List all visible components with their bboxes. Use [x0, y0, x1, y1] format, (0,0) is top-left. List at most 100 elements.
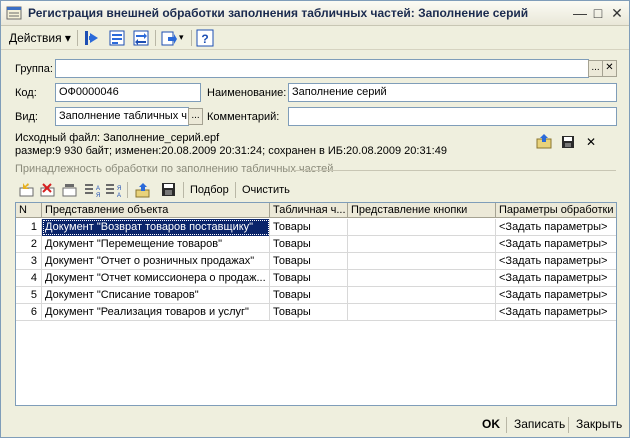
object-cell[interactable]: Документ "Реализация товаров и услуг": [42, 304, 270, 321]
svg-text:A: A: [96, 186, 100, 192]
table-part-cell[interactable]: Товары: [270, 304, 348, 321]
group-field[interactable]: [55, 59, 589, 78]
actions-menu[interactable]: Действия ▾: [9, 31, 71, 45]
chevron-down-icon[interactable]: ▾: [179, 32, 184, 43]
toolbar-divider: [191, 30, 192, 46]
delete-file-icon[interactable]: ✕: [586, 135, 596, 149]
params-cell[interactable]: <Задать параметры>: [496, 236, 616, 253]
column-header-object[interactable]: Представление объекта: [42, 203, 270, 218]
delete-row-icon[interactable]: [40, 182, 56, 198]
kind-select-button[interactable]: ...: [188, 108, 203, 125]
table-row[interactable]: 3 Документ "Отчет о розничных продажах" …: [16, 253, 616, 270]
code-label: Код:: [15, 87, 37, 99]
save-file-icon[interactable]: [561, 135, 575, 149]
object-cell[interactable]: Документ "Перемещение товаров": [42, 236, 270, 253]
row-number: 6: [16, 304, 42, 321]
save-button[interactable]: Записать: [514, 417, 565, 431]
help-icon[interactable]: ?: [196, 29, 214, 47]
column-header-table-part[interactable]: Табличная ч...: [270, 203, 348, 218]
kind-label: Вид:: [15, 111, 38, 123]
table-part-cell[interactable]: Товары: [270, 219, 348, 236]
name-label: Наименование:: [207, 87, 287, 99]
table-part-cell[interactable]: Товары: [270, 236, 348, 253]
sort-desc-icon[interactable]: Я A: [105, 182, 121, 198]
close-button[interactable]: Закрыть: [576, 417, 622, 431]
arrow-left-icon[interactable]: [83, 29, 101, 47]
button-cell[interactable]: [348, 253, 496, 270]
table-row[interactable]: 2 Документ "Перемещение товаров" Товары …: [16, 236, 616, 253]
footer-bar: OK Записать Закрыть: [1, 411, 629, 437]
load-icon[interactable]: [135, 182, 151, 198]
actions-label: Действия: [9, 31, 62, 45]
load-file-icon[interactable]: [536, 133, 554, 149]
footer-divider: [568, 417, 569, 433]
edit-row-icon[interactable]: [62, 182, 78, 198]
column-header-n[interactable]: N: [16, 203, 42, 218]
close-icon[interactable]: ✕: [608, 5, 626, 21]
toolbar-divider: [77, 30, 78, 46]
object-cell[interactable]: Документ "Списание товаров": [42, 287, 270, 304]
select-button[interactable]: Подбор: [190, 184, 229, 196]
transfer-icon[interactable]: [160, 29, 178, 47]
table-row[interactable]: 5 Документ "Списание товаров" Товары <За…: [16, 287, 616, 304]
maximize-icon[interactable]: □: [589, 5, 607, 21]
chevron-down-icon: ▾: [64, 31, 71, 45]
form-icon[interactable]: [108, 29, 126, 47]
table-toolbar: A Я Я A Подбор Очистить: [15, 179, 617, 201]
source-file-info: Исходный файл: Заполнение_серий.epf: [15, 132, 220, 144]
title-bar: Регистрация внешней обработки заполнения…: [1, 1, 629, 26]
table-row[interactable]: 6 Документ "Реализация товаров и услуг" …: [16, 304, 616, 321]
toolbar-divider: [235, 182, 236, 198]
params-cell[interactable]: <Задать параметры>: [496, 219, 616, 236]
clear-button[interactable]: Очистить: [242, 184, 290, 196]
comment-field[interactable]: [288, 107, 617, 126]
add-row-icon[interactable]: [19, 182, 35, 198]
params-cell[interactable]: <Задать параметры>: [496, 287, 616, 304]
processing-table[interactable]: N Представление объекта Табличная ч... П…: [15, 202, 617, 406]
row-number: 5: [16, 287, 42, 304]
group-clear-button[interactable]: ✕: [602, 60, 617, 77]
object-cell[interactable]: Документ "Отчет комиссионера о продаж...: [42, 270, 270, 287]
table-part-cell[interactable]: Товары: [270, 270, 348, 287]
svg-text:A: A: [117, 193, 121, 198]
minimize-icon[interactable]: —: [571, 5, 589, 21]
params-cell[interactable]: <Задать параметры>: [496, 304, 616, 321]
button-cell[interactable]: [348, 236, 496, 253]
ok-button[interactable]: OK: [482, 417, 500, 431]
code-field[interactable]: ОФ0000046: [55, 83, 201, 102]
params-cell[interactable]: <Задать параметры>: [496, 270, 616, 287]
table-row[interactable]: 1 Документ "Возврат товаров поставщику" …: [16, 219, 616, 236]
sort-asc-icon[interactable]: A Я: [84, 182, 100, 198]
params-cell[interactable]: <Задать параметры>: [496, 253, 616, 270]
column-header-button[interactable]: Представление кнопки: [348, 203, 496, 218]
window-title: Регистрация внешней обработки заполнения…: [28, 6, 529, 20]
kind-field[interactable]: Заполнение табличных ч: [55, 107, 189, 126]
name-field[interactable]: Заполнение серий: [288, 83, 617, 102]
object-cell[interactable]: Документ "Отчет о розничных продажах": [42, 253, 270, 270]
svg-text:Я: Я: [117, 186, 121, 192]
form-icon: [6, 6, 22, 20]
toolbar-divider: [155, 30, 156, 46]
main-toolbar: Действия ▾ ▾ ?: [1, 26, 629, 50]
svg-text:?: ?: [201, 32, 208, 46]
group-select-button[interactable]: ...: [588, 60, 603, 77]
save-icon[interactable]: [161, 182, 177, 198]
object-cell[interactable]: Документ "Возврат товаров поставщику": [42, 219, 270, 236]
arrows-icon[interactable]: [132, 29, 150, 47]
table-part-cell[interactable]: Товары: [270, 287, 348, 304]
table-row[interactable]: 4 Документ "Отчет комиссионера о продаж.…: [16, 270, 616, 287]
button-cell[interactable]: [348, 287, 496, 304]
column-header-params[interactable]: Параметры обработки: [496, 203, 616, 218]
row-number: 3: [16, 253, 42, 270]
comment-label: Комментарий:: [207, 111, 280, 123]
button-cell[interactable]: [348, 304, 496, 321]
footer-divider: [506, 417, 507, 433]
toolbar-divider: [183, 182, 184, 198]
button-cell[interactable]: [348, 219, 496, 236]
row-number: 1: [16, 219, 42, 236]
svg-text:Я: Я: [96, 193, 100, 198]
table-part-cell[interactable]: Товары: [270, 253, 348, 270]
button-cell[interactable]: [348, 270, 496, 287]
processing-registration-window: Регистрация внешней обработки заполнения…: [0, 0, 630, 438]
table-header: N Представление объекта Табличная ч... П…: [16, 203, 616, 218]
